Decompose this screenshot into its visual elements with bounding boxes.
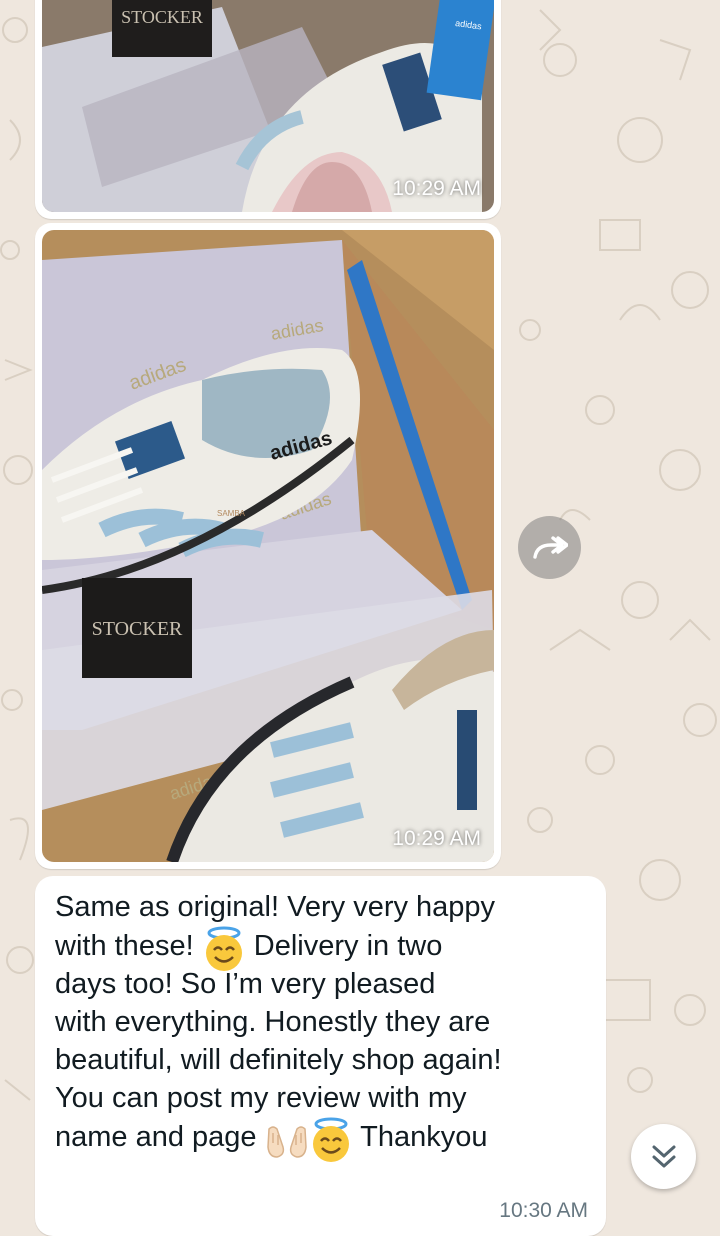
sneaker-photo-2[interactable]: adidas adidas adidas adidas adidas SAMBA… — [42, 230, 494, 862]
svg-text:SAMBA: SAMBA — [217, 509, 246, 518]
scroll-to-bottom-button[interactable] — [631, 1124, 696, 1189]
smiling-face-with-halo-icon — [309, 1117, 353, 1162]
message-timestamp: 10:30 AM — [499, 1199, 588, 1222]
image-message-1[interactable]: STOCKER adidas 10:29 AM — [35, 0, 501, 219]
smiling-face-with-halo-icon — [202, 926, 246, 971]
forward-button[interactable] — [518, 516, 581, 579]
message-text: Same as original! Very very happy with t… — [55, 888, 595, 1162]
double-chevron-down-icon — [652, 1145, 675, 1167]
message-timestamp: 10:29 AM — [392, 177, 481, 200]
palms-up-together-icon — [265, 1117, 309, 1158]
svg-text:STOCKER: STOCKER — [121, 7, 203, 27]
text-message[interactable]: Same as original! Very very happy with t… — [35, 876, 606, 1236]
message-timestamp: 10:29 AM — [392, 827, 481, 850]
svg-text:STOCKER: STOCKER — [92, 618, 183, 640]
image-message-2[interactable]: adidas adidas adidas adidas adidas SAMBA… — [35, 223, 501, 869]
forward-icon — [532, 535, 568, 559]
